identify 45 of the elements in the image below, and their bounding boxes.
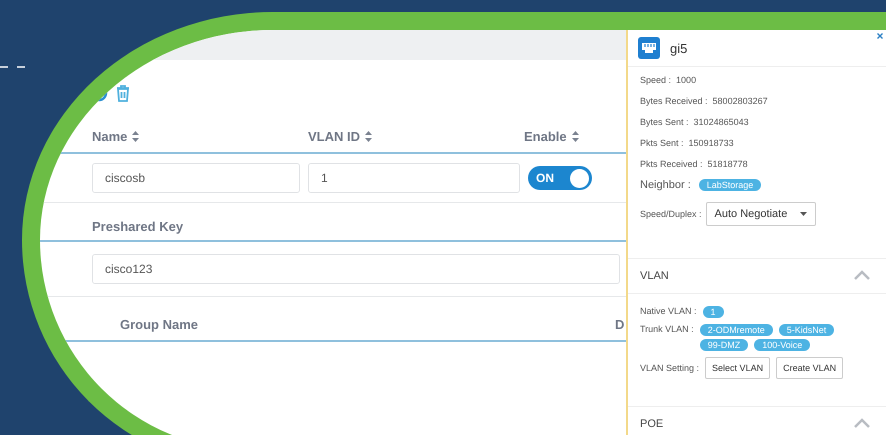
vlan-button[interactable]: Create VLAN: [776, 357, 844, 379]
name-field[interactable]: ciscosb: [92, 163, 300, 193]
stat-value: 150918733: [688, 138, 734, 148]
stat-value: 1000: [676, 74, 696, 84]
stat-value: 58002803267: [712, 96, 768, 106]
close-icon[interactable]: [877, 33, 883, 39]
stat-value: 31024865043: [694, 116, 749, 126]
speed-duplex-label: Speed/Duplex :: [640, 209, 702, 219]
stat-label: Bytes Sent :: [640, 116, 689, 126]
vlan-id-field[interactable]: 1: [308, 163, 520, 193]
vlan-tag: 2-ODMremote: [700, 324, 773, 336]
vlan-setting-label: VLAN Setting :: [640, 363, 700, 373]
section-title: VLAN: [640, 270, 669, 282]
native-vlan-label: Native VLAN :: [640, 306, 697, 316]
enable-toggle[interactable]: ON: [528, 166, 592, 190]
vlan-button[interactable]: Select VLAN: [705, 357, 770, 379]
stat-label: Pkts Received :: [640, 158, 703, 168]
trunk-vlan-label: Trunk VLAN :: [640, 324, 694, 334]
column-header[interactable]: Group Name: [120, 317, 615, 332]
caret-icon[interactable]: [800, 212, 807, 216]
column-header[interactable]: Name: [92, 128, 128, 144]
column-header[interactable]: VLAN ID: [308, 128, 360, 144]
section-title: Preshared Key: [92, 219, 184, 234]
stat-label: Speed :: [640, 74, 672, 84]
vlan-tag: 100-Voice: [754, 339, 810, 351]
sort-icon[interactable]: [365, 130, 372, 142]
column-header[interactable]: Enable: [524, 128, 567, 144]
stat-label: Bytes Received :: [640, 96, 708, 106]
section-title: POE: [640, 418, 664, 430]
column-header[interactable]: D: [615, 317, 624, 332]
sort-icon[interactable]: [572, 130, 579, 142]
stat-value: 51818778: [708, 158, 748, 168]
ethernet-port-icon: [638, 37, 660, 59]
stat-label: Pkts Sent :: [640, 138, 684, 148]
preshared-key-field[interactable]: cisco123: [92, 254, 620, 284]
dash-decoration: [0, 66, 26, 68]
neighbor-tag[interactable]: LabStorage: [698, 179, 762, 191]
vlan-tag: 99-DMZ: [700, 339, 748, 351]
speed-duplex-dropdown[interactable]: Auto Negotiate: [706, 202, 816, 226]
trash-icon[interactable]: [116, 84, 130, 102]
sort-icon[interactable]: [132, 130, 140, 142]
neighbor-label: Neighbor :: [640, 179, 691, 191]
port-title: gi5: [670, 40, 688, 56]
vlan-tag: 5-KidsNet: [778, 324, 834, 336]
vlan-tag: 1: [702, 306, 724, 318]
